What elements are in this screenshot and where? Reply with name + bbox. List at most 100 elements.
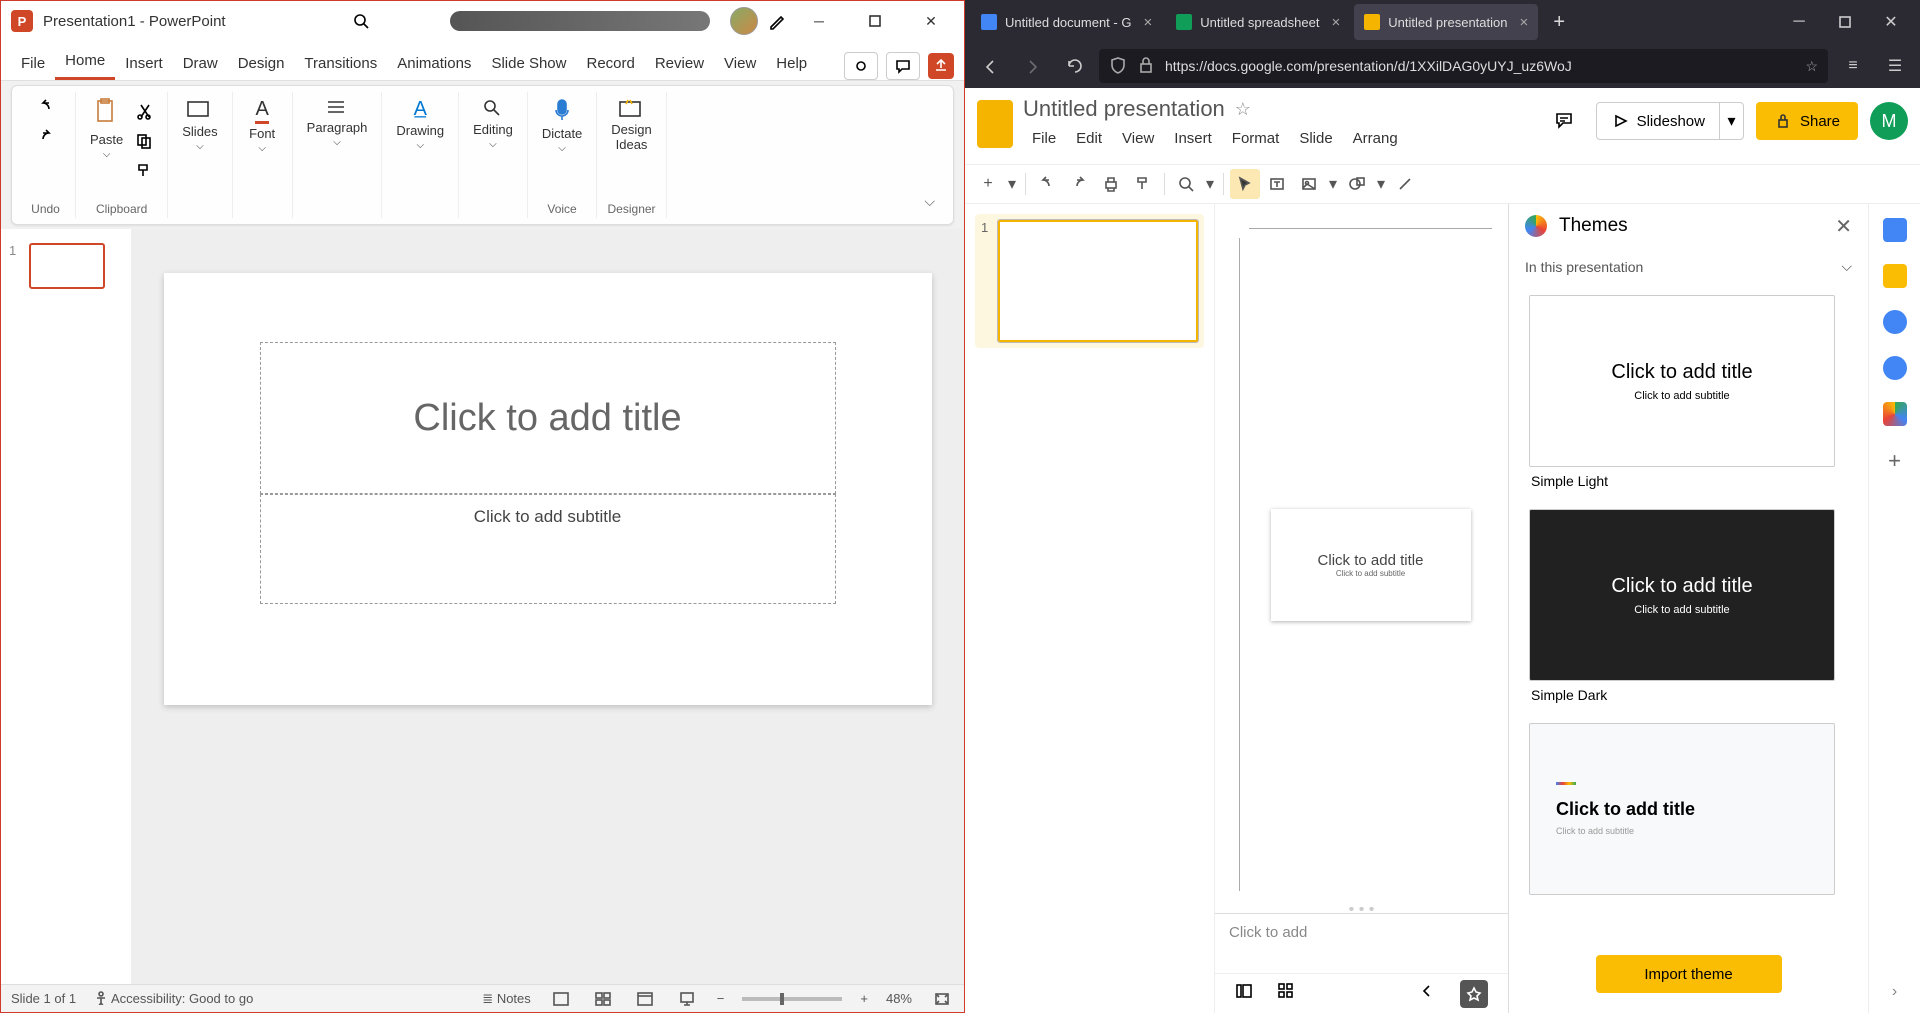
star-icon[interactable]: ☆ xyxy=(1235,99,1251,120)
slide-thumbnail[interactable] xyxy=(29,243,105,289)
zoom-percent[interactable]: 48% xyxy=(886,991,912,1006)
menu-help[interactable]: Help xyxy=(766,47,817,80)
menu-slide[interactable]: Slide xyxy=(1290,126,1341,151)
browser-tab-sheets[interactable]: Untitled spreadsheet × xyxy=(1166,4,1350,40)
bookmark-star-icon[interactable]: ☆ xyxy=(1805,58,1818,75)
slide[interactable]: Click to add title Click to add subtitle xyxy=(1271,509,1471,621)
copy-button[interactable] xyxy=(133,130,155,152)
textbox-tool-button[interactable] xyxy=(1262,169,1292,199)
redo-button[interactable] xyxy=(35,126,57,148)
menu-insert[interactable]: Insert xyxy=(115,47,173,80)
format-painter-button[interactable] xyxy=(133,160,155,182)
explore-button[interactable] xyxy=(1460,980,1488,1008)
add-addon-button[interactable]: + xyxy=(1888,448,1901,474)
browser-minimize-button[interactable]: ─ xyxy=(1776,4,1822,40)
tab-close-icon[interactable]: × xyxy=(1143,14,1152,31)
thumbnail-row[interactable]: 1 xyxy=(9,243,123,289)
slideshow-dropdown-icon[interactable]: ▾ xyxy=(1719,103,1743,139)
comment-history-button[interactable] xyxy=(1546,102,1584,140)
forward-button[interactable] xyxy=(1015,49,1049,83)
slides-logo-icon[interactable] xyxy=(977,100,1013,148)
search-icon[interactable] xyxy=(352,12,370,30)
zoom-slider[interactable] xyxy=(742,997,842,1001)
new-tab-button[interactable]: + xyxy=(1542,5,1576,39)
speaker-notes[interactable]: Click to add xyxy=(1215,913,1508,973)
menu-view[interactable]: View xyxy=(714,47,766,80)
shape-dropdown-icon[interactable]: ▾ xyxy=(1374,169,1388,199)
browser-maximize-button[interactable] xyxy=(1822,4,1868,40)
zoom-dropdown-icon[interactable]: ▾ xyxy=(1203,169,1217,199)
menu-insert[interactable]: Insert xyxy=(1165,126,1221,151)
paste-button[interactable]: Paste ⌵ xyxy=(86,94,127,164)
slide-subtitle-placeholder[interactable]: Click to add subtitle xyxy=(1336,569,1405,578)
url-bar[interactable]: https://docs.google.com/presentation/d/1… xyxy=(1099,49,1828,83)
menu-transitions[interactable]: Transitions xyxy=(294,47,387,80)
line-tool-button[interactable] xyxy=(1390,169,1420,199)
select-tool-button[interactable] xyxy=(1230,169,1260,199)
font-button[interactable]: A Font ⌵ xyxy=(245,94,279,158)
ribbon-collapse-button[interactable]: ⌵ xyxy=(910,92,949,218)
tab-close-icon[interactable]: × xyxy=(1331,14,1340,31)
cut-button[interactable] xyxy=(133,100,155,122)
menu-record[interactable]: Record xyxy=(576,47,644,80)
slideshow-button[interactable]: Slideshow ▾ xyxy=(1596,102,1744,140)
extensions-button[interactable]: ≡ xyxy=(1836,49,1870,83)
contacts-icon[interactable] xyxy=(1883,356,1907,380)
theme-card-simple-dark[interactable]: Click to add title Click to add subtitle… xyxy=(1529,509,1848,709)
calendar-icon[interactable] xyxy=(1883,218,1907,242)
menu-draw[interactable]: Draw xyxy=(173,47,228,80)
browser-close-button[interactable]: ✕ xyxy=(1868,4,1914,40)
menu-slideshow[interactable]: Slide Show xyxy=(481,47,576,80)
user-avatar[interactable] xyxy=(730,7,758,35)
status-accessibility[interactable]: Accessibility: Good to go xyxy=(94,991,253,1006)
fit-to-window-button[interactable] xyxy=(930,989,954,1009)
collapse-filmstrip-button[interactable] xyxy=(1418,982,1436,1005)
maps-icon[interactable] xyxy=(1883,402,1907,426)
menu-design[interactable]: Design xyxy=(228,47,295,80)
share-button[interactable] xyxy=(928,53,954,79)
filmstrip-thumbnail[interactable] xyxy=(998,220,1198,342)
filmstrip-view-button[interactable] xyxy=(1235,982,1253,1005)
slide-canvas-area[interactable]: Click to add title Click to add subtitle xyxy=(131,229,964,984)
browser-tab-docs[interactable]: Untitled document - G × xyxy=(971,4,1162,40)
document-name[interactable]: Untitled presentation xyxy=(1023,96,1225,122)
view-reading-button[interactable] xyxy=(633,989,657,1009)
view-sorter-button[interactable] xyxy=(591,989,615,1009)
menu-edit[interactable]: Edit xyxy=(1067,126,1111,151)
theme-card-simple-light[interactable]: Click to add title Click to add subtitle… xyxy=(1529,295,1848,495)
tab-close-icon[interactable]: × xyxy=(1519,14,1528,31)
view-normal-button[interactable] xyxy=(549,989,573,1009)
status-notes-button[interactable]: ≣ Notes xyxy=(482,991,530,1007)
paragraph-button[interactable]: Paragraph ⌵ xyxy=(303,94,372,152)
minimize-button[interactable]: ─ xyxy=(796,1,842,41)
menu-review[interactable]: Review xyxy=(645,47,714,80)
filmstrip-thumbnail-row[interactable]: 1 xyxy=(981,220,1198,342)
shape-tool-button[interactable] xyxy=(1342,169,1372,199)
image-dropdown-icon[interactable]: ▾ xyxy=(1326,169,1340,199)
paint-format-button[interactable] xyxy=(1128,169,1158,199)
theme-card-streamline[interactable]: Click to add title Click to add subtitle xyxy=(1529,723,1848,895)
account-avatar[interactable]: M xyxy=(1870,102,1908,140)
share-button[interactable]: Share xyxy=(1756,102,1858,140)
camera-toggle-button[interactable] xyxy=(844,52,878,80)
menu-arrange[interactable]: Arrang xyxy=(1344,126,1407,151)
grid-view-button[interactable] xyxy=(1277,982,1295,1005)
menu-animations[interactable]: Animations xyxy=(387,47,481,80)
menu-format[interactable]: Format xyxy=(1223,126,1289,151)
browser-tab-slides[interactable]: Untitled presentation × xyxy=(1354,4,1538,40)
redo-button[interactable] xyxy=(1064,169,1094,199)
slide-title-placeholder[interactable]: Click to add title xyxy=(1318,552,1424,569)
new-slide-dropdown-icon[interactable]: ▾ xyxy=(1005,169,1019,199)
menu-home[interactable]: Home xyxy=(55,44,115,80)
new-slide-button[interactable]: + xyxy=(973,169,1003,199)
zoom-out-button[interactable]: − xyxy=(717,991,725,1006)
reload-button[interactable] xyxy=(1057,49,1091,83)
undo-button[interactable] xyxy=(1032,169,1062,199)
app-menu-button[interactable]: ☰ xyxy=(1878,49,1912,83)
keep-icon[interactable] xyxy=(1883,264,1907,288)
design-ideas-button[interactable]: Design Ideas xyxy=(607,94,655,156)
themes-close-button[interactable]: ✕ xyxy=(1835,214,1852,239)
new-slide-button[interactable]: Slides ⌵ xyxy=(178,94,221,156)
zoom-button[interactable] xyxy=(1171,169,1201,199)
menu-file[interactable]: File xyxy=(11,47,55,80)
